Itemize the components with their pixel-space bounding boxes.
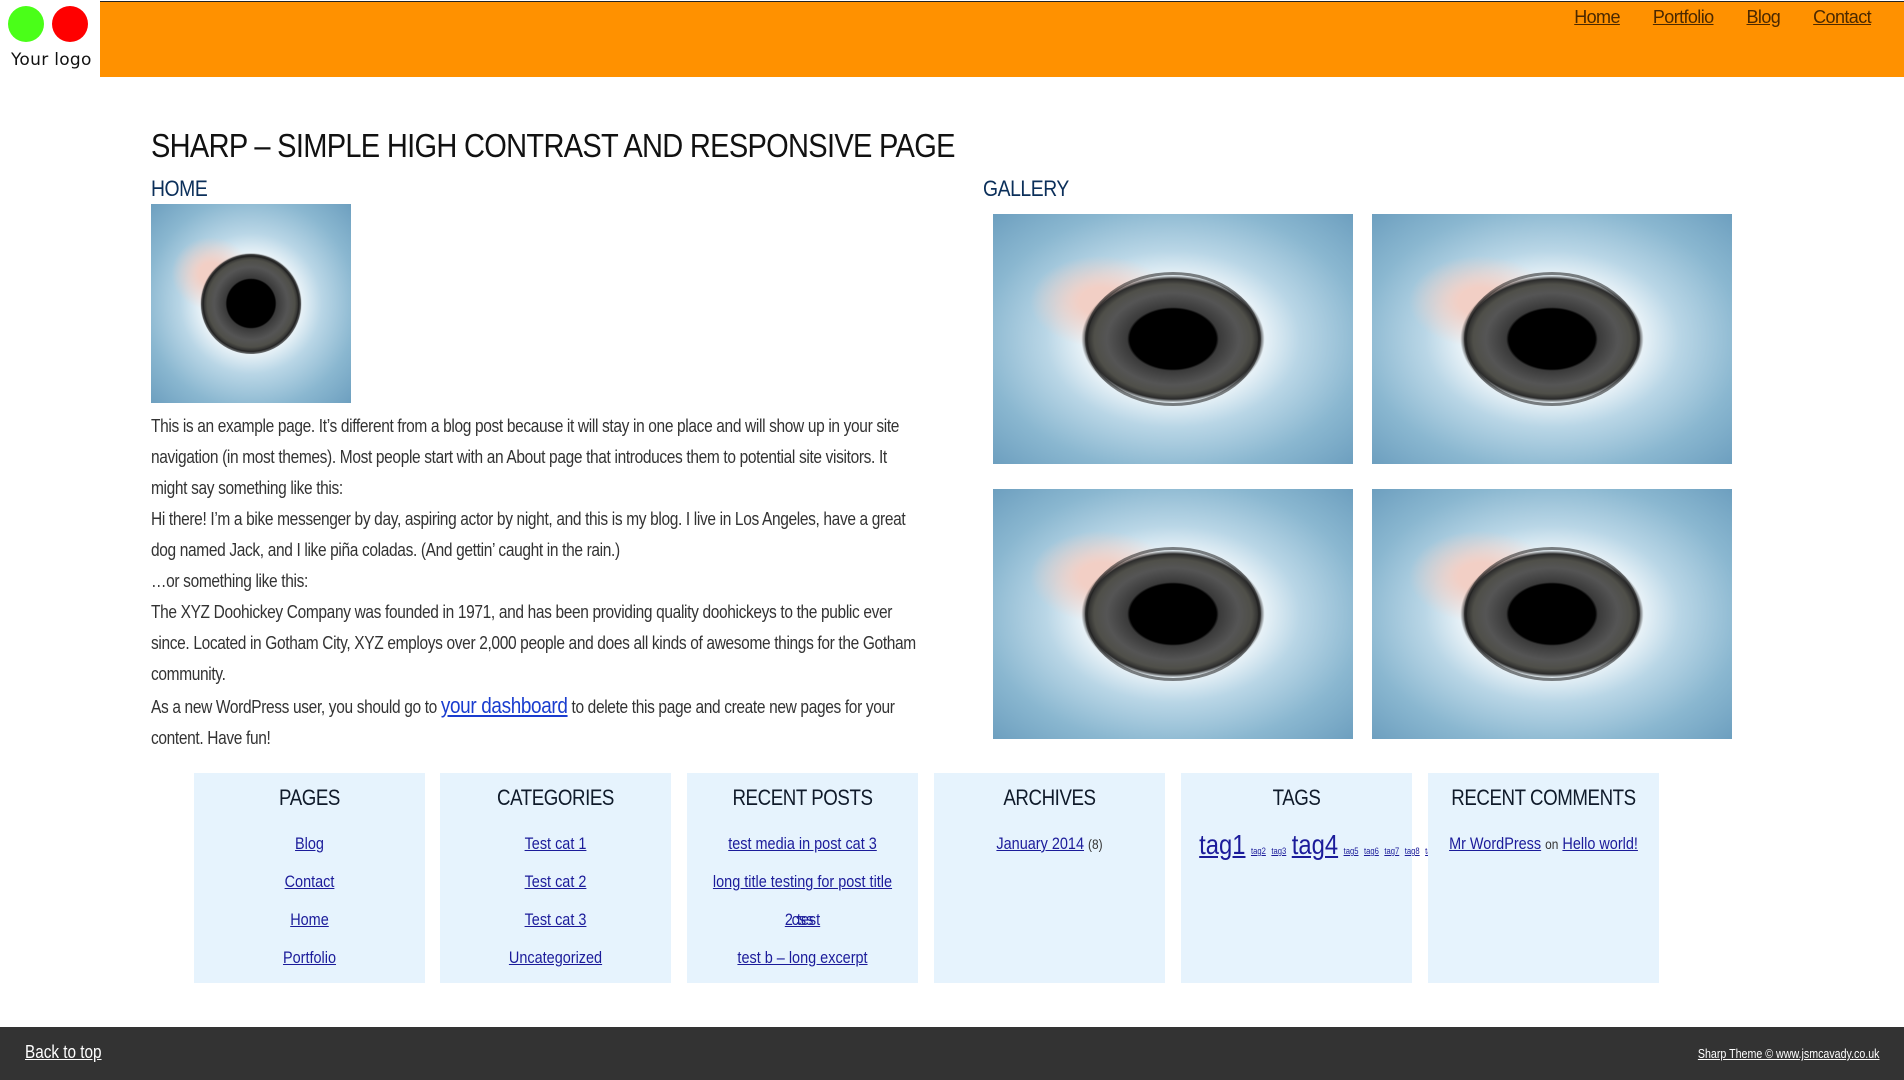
article-body: This is an example page. It’s different …: [151, 411, 921, 754]
comment-post-link[interactable]: Hello world!: [1562, 834, 1637, 853]
dashboard-link[interactable]: your dashboard: [441, 693, 568, 718]
article-paragraph: As a new WordPress user, you should go t…: [151, 693, 895, 748]
recent-post-link[interactable]: test b – long excerpt: [737, 948, 867, 967]
widget-recent-comments: RECENT COMMENTS Mr WordPress on Hello wo…: [1428, 773, 1659, 983]
nav-home-link[interactable]: Home: [1574, 7, 1620, 28]
archive-count: (8): [1088, 836, 1103, 852]
home-heading: HOME: [151, 176, 208, 201]
pages-link-blog[interactable]: Blog: [295, 834, 324, 853]
back-to-top-link[interactable]: Back to top: [25, 1042, 102, 1063]
tag-link[interactable]: tag8: [1405, 846, 1420, 856]
featured-image: [151, 204, 351, 403]
widget-archives: ARCHIVES January 2014 (8): [934, 773, 1165, 983]
logo-red-circle-icon: [52, 6, 88, 42]
gallery-image[interactable]: [993, 489, 1353, 739]
pages-link-contact[interactable]: Contact: [285, 872, 335, 891]
comment-author-link[interactable]: Mr WordPress: [1449, 834, 1541, 853]
article-paragraph: The XYZ Doohickey Company was founded in…: [151, 602, 916, 684]
category-link[interactable]: Uncategorized: [509, 948, 602, 967]
nav-contact-link[interactable]: Contact: [1813, 7, 1871, 28]
archive-link[interactable]: January 2014: [996, 834, 1084, 853]
logo[interactable]: Your logo: [0, 0, 100, 76]
widget-title: CATEGORIES: [497, 785, 614, 810]
article-paragraph: Hi there! I’m a bike messenger by day, a…: [151, 509, 906, 560]
category-link[interactable]: Test cat 2: [525, 872, 587, 891]
widget-title: ARCHIVES: [1003, 785, 1096, 810]
tag-link[interactable]: tag6: [1364, 846, 1379, 856]
gallery-image[interactable]: [993, 214, 1353, 464]
comment-on-text: on: [1545, 836, 1559, 852]
tag-cloud: tag1 tag2 tag3 tag4 tag5 tag6 tag7 tag8 …: [1198, 829, 1440, 861]
widget-categories: CATEGORIES Test cat 1 Test cat 2 Test ca…: [440, 773, 671, 983]
main-nav: Home Portfolio Blog Contact: [1574, 7, 1904, 28]
widget-tags: TAGS tag1 tag2 tag3 tag4 tag5 tag6 tag7 …: [1181, 773, 1440, 983]
widget-title: TAGS: [1272, 785, 1321, 810]
tag-link[interactable]: tag4: [1292, 829, 1338, 860]
site-footer: Back to top Sharp Theme © www.jsmcavady.…: [0, 1027, 1904, 1080]
category-link[interactable]: Test cat 3: [525, 910, 587, 929]
theme-credit-link[interactable]: Sharp Theme © www.jsmcavady.co.uk: [1698, 1046, 1880, 1061]
site-header: Your logo Home Portfolio Blog Contact: [0, 0, 1904, 77]
tag-link[interactable]: tag1: [1199, 829, 1245, 860]
widget-recent-posts: RECENT POSTS test media in post cat 3 lo…: [687, 773, 918, 983]
article-paragraph: This is an example page. It’s different …: [151, 416, 900, 498]
nav-portfolio-link[interactable]: Portfolio: [1653, 7, 1714, 28]
recent-post-link[interactable]: 2 test: [785, 910, 820, 929]
recent-post-link[interactable]: test media in post cat 3: [728, 834, 877, 853]
tag-link[interactable]: tag2: [1251, 846, 1266, 856]
tag-link[interactable]: tag7: [1384, 846, 1399, 856]
logo-green-circle-icon: [8, 6, 44, 42]
gallery-heading: GALLERY: [983, 176, 1069, 201]
widget-title: RECENT POSTS: [732, 785, 873, 810]
logo-text: Your logo: [11, 50, 92, 70]
widget-title: RECENT COMMENTS: [1451, 785, 1636, 810]
gallery-image[interactable]: [1372, 489, 1732, 739]
pages-link-portfolio[interactable]: Portfolio: [283, 948, 336, 967]
category-link[interactable]: Test cat 1: [525, 834, 587, 853]
tag-link[interactable]: tag5: [1344, 846, 1359, 856]
widget-title: PAGES: [279, 785, 340, 810]
nav-blog-link[interactable]: Blog: [1747, 7, 1781, 28]
article-paragraph: …or something like this:: [151, 571, 308, 591]
pages-link-home[interactable]: Home: [290, 910, 329, 929]
tag-link[interactable]: tag3: [1271, 846, 1286, 856]
page-title: SHARP – SIMPLE HIGH CONTRAST AND RESPONS…: [151, 127, 955, 164]
widget-pages: PAGES Blog Contact Home Portfolio: [194, 773, 425, 983]
gallery-image[interactable]: [1372, 214, 1732, 464]
top-bar: Home Portfolio Blog Contact: [100, 1, 1904, 77]
